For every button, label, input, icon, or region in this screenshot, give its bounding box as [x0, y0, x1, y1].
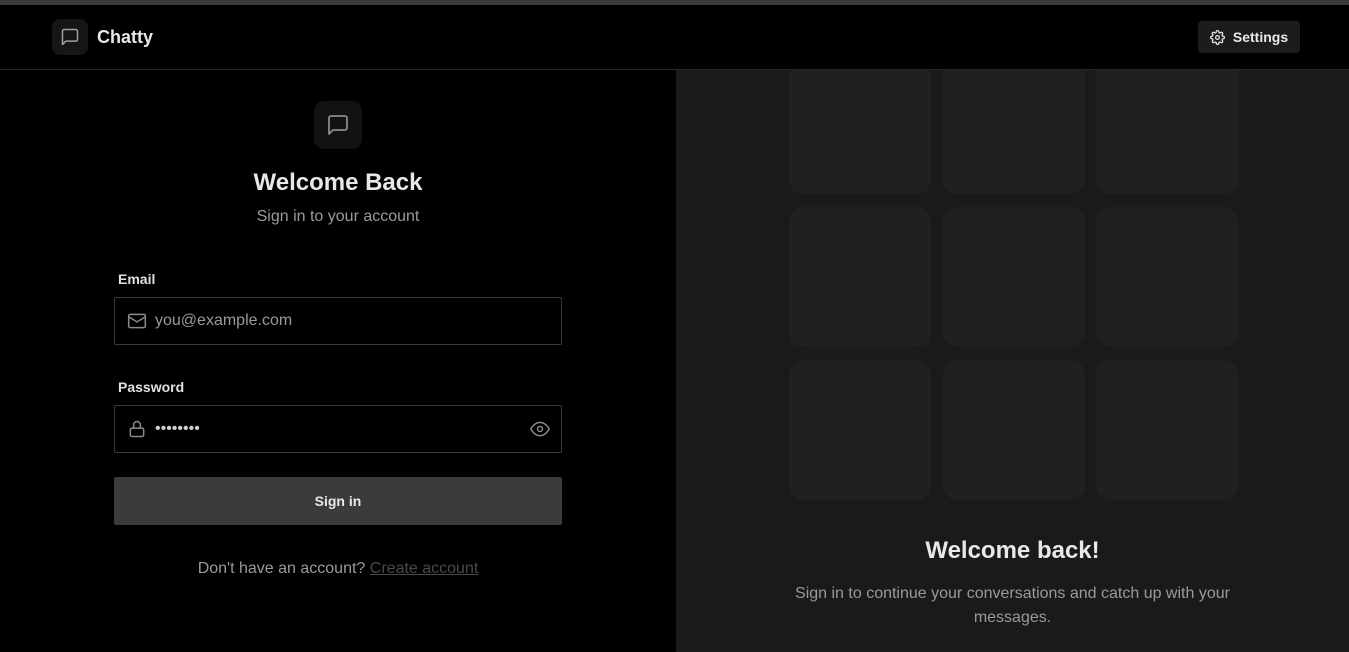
- welcome-heading: Welcome back!: [925, 537, 1100, 564]
- top-navbar: Chatty Settings: [0, 5, 1349, 70]
- brand-name: Chatty: [97, 26, 154, 47]
- decorative-tile: [943, 207, 1085, 347]
- mail-icon: [127, 311, 147, 331]
- page-title: Welcome Back: [253, 169, 423, 196]
- decorative-tile: [789, 360, 931, 500]
- settings-button[interactable]: Settings: [1198, 21, 1300, 53]
- lock-icon: [127, 419, 147, 439]
- email-input[interactable]: [155, 298, 525, 344]
- decorative-tile: [1096, 207, 1238, 347]
- eye-icon[interactable]: [529, 419, 551, 439]
- message-square-icon: [314, 101, 362, 149]
- decorative-tile: [789, 70, 931, 194]
- welcome-panel: Welcome back! Sign in to continue your c…: [676, 70, 1349, 652]
- decorative-tile: [1096, 360, 1238, 500]
- signup-prompt: Don't have an account?: [197, 560, 366, 577]
- decorative-tile: [1096, 70, 1238, 194]
- page-subtitle: Sign in to your account: [256, 208, 420, 225]
- decorative-tile: [943, 360, 1085, 500]
- welcome-text: Sign in to continue your conversations a…: [795, 585, 1230, 626]
- signup-prompt-line: Don't have an account? Create account: [0, 560, 676, 578]
- brand[interactable]: Chatty: [52, 19, 153, 55]
- sign-in-button[interactable]: Sign in: [114, 477, 562, 525]
- settings-label: Settings: [1232, 29, 1289, 45]
- decorative-tile: [943, 70, 1085, 194]
- login-panel: Welcome Back Sign in to your account Ema…: [0, 70, 676, 652]
- email-label: Email: [118, 271, 156, 287]
- message-square-icon: [52, 19, 88, 55]
- decorative-tile: [789, 207, 931, 347]
- email-field-wrapper: [114, 297, 562, 345]
- password-label: Password: [118, 379, 185, 395]
- password-field-wrapper: [114, 405, 562, 453]
- create-account-link[interactable]: Create account: [370, 560, 479, 577]
- password-input[interactable]: [155, 406, 525, 452]
- gear-icon: [1209, 29, 1225, 45]
